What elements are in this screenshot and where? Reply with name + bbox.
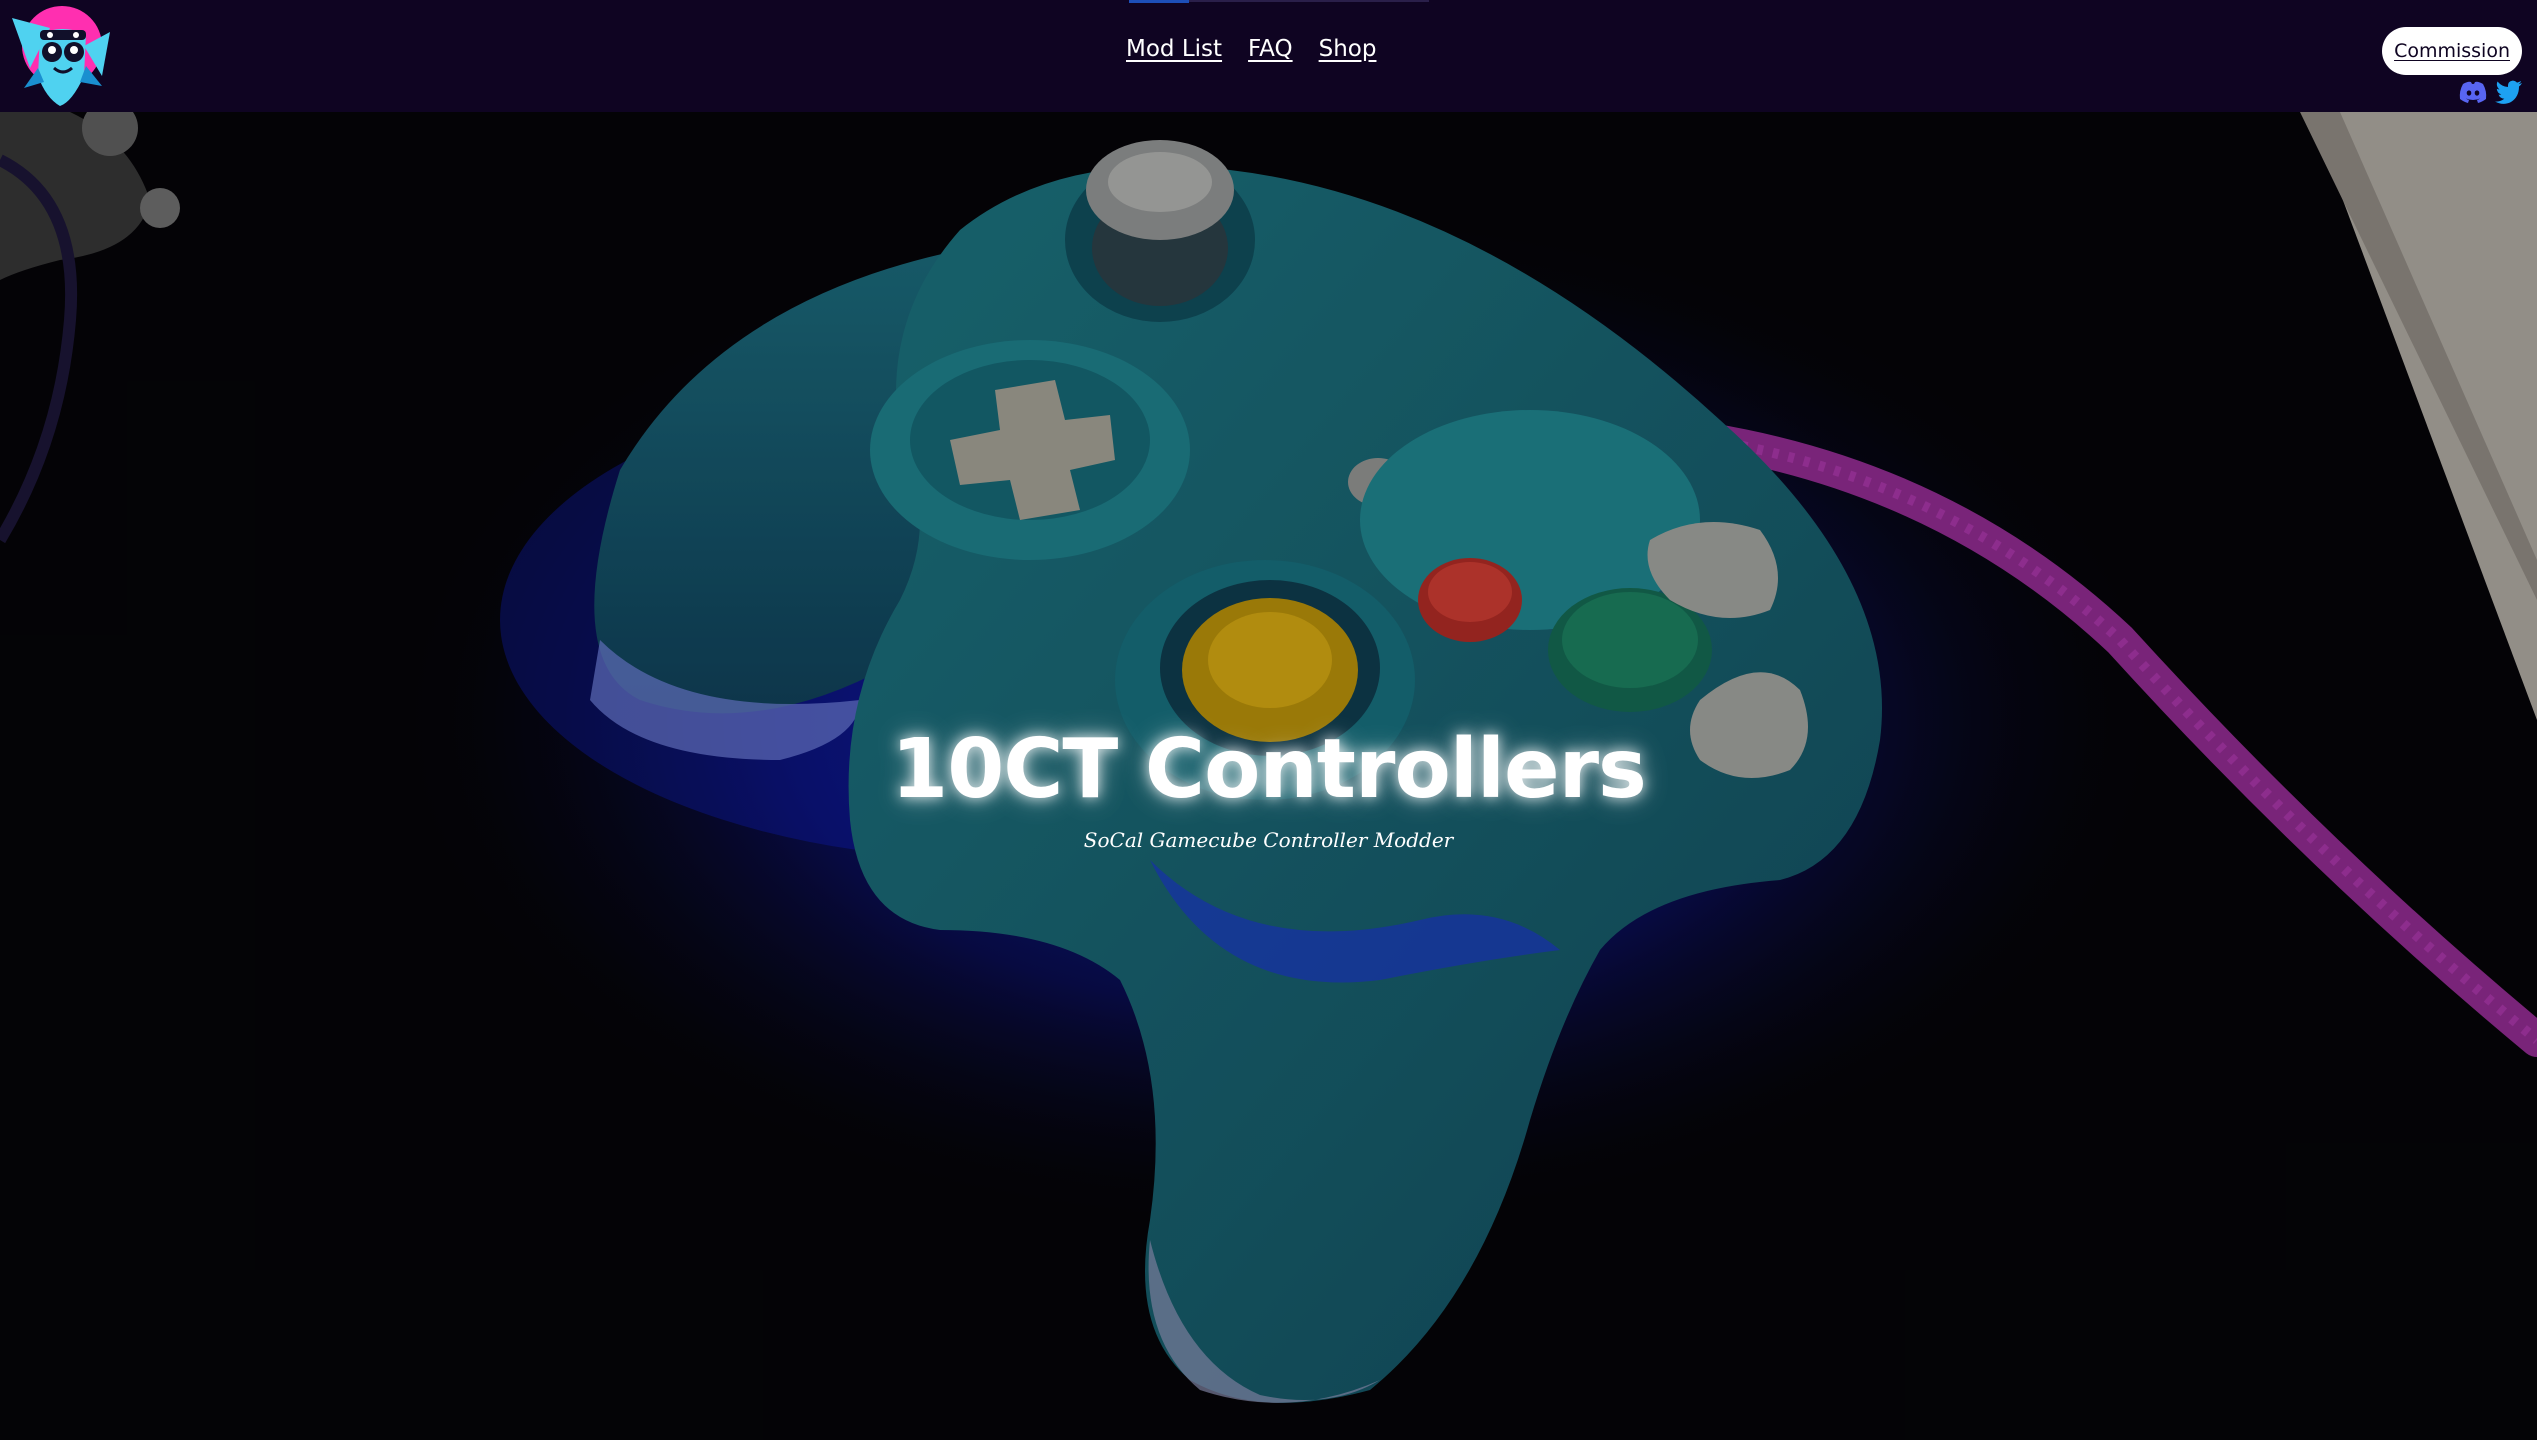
hero-title: 10CT Controllers bbox=[891, 722, 1647, 817]
twitter-icon[interactable] bbox=[2495, 80, 2523, 104]
mascot-logo-icon[interactable] bbox=[10, 6, 118, 108]
main-nav: Mod List FAQ Shop bbox=[1126, 36, 1376, 62]
commission-button[interactable]: Commission bbox=[2382, 27, 2522, 75]
page: Mod List FAQ Shop Commission 10CT Contro… bbox=[0, 0, 2537, 1440]
hero-subtitle: SoCal Gamecube Controller Modder bbox=[1083, 828, 1454, 852]
top-navigation-bar: Mod List FAQ Shop Commission bbox=[0, 0, 2537, 112]
social-links bbox=[2459, 80, 2523, 104]
active-indicator bbox=[1129, 0, 1189, 3]
nav-link-shop[interactable]: Shop bbox=[1319, 36, 1377, 62]
nav-link-mod-list[interactable]: Mod List bbox=[1126, 36, 1222, 62]
nav-link-faq[interactable]: FAQ bbox=[1248, 36, 1293, 62]
discord-icon[interactable] bbox=[2459, 80, 2487, 104]
nav-track bbox=[1189, 0, 1429, 2]
hero-overlay bbox=[0, 0, 2537, 1440]
